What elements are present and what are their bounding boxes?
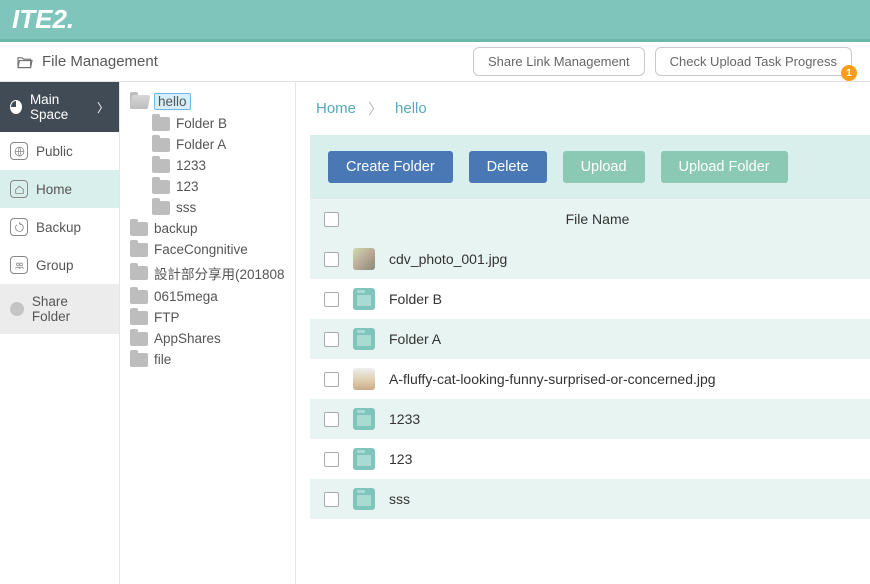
brand-logo: ITE2. [12, 4, 74, 35]
tree-node[interactable]: Folder A [124, 134, 291, 155]
upload-folder-button[interactable]: Upload Folder [661, 151, 788, 183]
tree-node[interactable]: 設計部分享用(201808 [124, 260, 291, 286]
select-all-checkbox[interactable] [324, 212, 339, 227]
home-icon [10, 180, 28, 198]
pie-icon [10, 302, 24, 316]
folder-icon [353, 328, 375, 350]
create-folder-button[interactable]: Create Folder [328, 151, 453, 183]
folder-icon [130, 353, 148, 367]
globe-icon [10, 142, 28, 160]
file-name: Folder A [389, 331, 441, 347]
breadcrumb-home[interactable]: Home [316, 100, 356, 117]
table-row[interactable]: cdv_photo_001.jpg [310, 239, 870, 279]
chevron-right-icon: 〉 [368, 98, 383, 119]
file-table: File Name cdv_photo_001.jpg Folder B Folde… [310, 199, 870, 519]
check-upload-task-progress-button[interactable]: Check Upload Task Progress 1 [655, 47, 852, 76]
table-row[interactable]: A-fluffy-cat-looking-funny-surprised-or-… [310, 359, 870, 399]
row-checkbox[interactable] [324, 292, 339, 307]
folder-icon [130, 290, 148, 304]
folder-icon [130, 311, 148, 325]
folder-icon [353, 448, 375, 470]
group-icon [10, 256, 28, 274]
file-name: cdv_photo_001.jpg [389, 251, 507, 267]
breadcrumb: Home 〉 hello [296, 82, 870, 135]
row-checkbox[interactable] [324, 412, 339, 427]
folder-icon [130, 266, 148, 280]
table-header: File Name [310, 199, 870, 239]
tree-node[interactable]: 0615mega [124, 286, 291, 307]
folder-icon [152, 180, 170, 194]
tree-node[interactable]: FTP [124, 307, 291, 328]
file-name: Folder B [389, 291, 442, 307]
tree-node[interactable]: sss [124, 197, 291, 218]
folder-icon [130, 222, 148, 236]
backup-icon [10, 218, 28, 236]
upload-progress-badge: 1 [841, 65, 857, 81]
content-area: Home 〉 hello Create Folder Delete Upload… [296, 82, 870, 584]
folder-icon [353, 408, 375, 430]
folder-open-icon [16, 55, 34, 69]
pie-icon [10, 100, 22, 114]
nav-group[interactable]: Group [0, 246, 119, 284]
tree-node[interactable]: 123 [124, 176, 291, 197]
top-bar: ITE2. [0, 0, 870, 42]
folder-icon [152, 159, 170, 173]
file-name: 1233 [389, 411, 420, 427]
folder-icon [130, 243, 148, 257]
file-name: A-fluffy-cat-looking-funny-surprised-or-… [389, 371, 716, 387]
nav-public[interactable]: Public [0, 132, 119, 170]
folder-tree: hello Folder BFolder A1233123sss backupF… [120, 82, 296, 584]
table-row[interactable]: 123 [310, 439, 870, 479]
image-thumbnail-icon [353, 248, 375, 270]
row-checkbox[interactable] [324, 372, 339, 387]
column-file-name[interactable]: File Name [339, 211, 856, 227]
tree-node[interactable]: 1233 [124, 155, 291, 176]
nav-home[interactable]: Home [0, 170, 119, 208]
toolbar: Create Folder Delete Upload Upload Folde… [310, 135, 870, 199]
tree-node[interactable]: backup [124, 218, 291, 239]
tree-node[interactable]: file [124, 349, 291, 370]
table-row[interactable]: Folder B [310, 279, 870, 319]
tree-node[interactable]: Folder B [124, 113, 291, 134]
image-thumbnail-icon [353, 368, 375, 390]
row-checkbox[interactable] [324, 252, 339, 267]
row-checkbox[interactable] [324, 492, 339, 507]
table-row[interactable]: 1233 [310, 399, 870, 439]
tree-node-hello[interactable]: hello [124, 90, 291, 113]
table-row[interactable]: Folder A [310, 319, 870, 359]
row-checkbox[interactable] [324, 452, 339, 467]
left-nav: Main Space 〉 Public Home Backup Group Sh… [0, 82, 120, 584]
upload-button[interactable]: Upload [563, 151, 645, 183]
nav-backup[interactable]: Backup [0, 208, 119, 246]
table-row[interactable]: sss [310, 479, 870, 519]
chevron-right-icon: 〉 [97, 99, 109, 116]
folder-icon [353, 488, 375, 510]
folder-icon [152, 138, 170, 152]
breadcrumb-current: hello [395, 100, 427, 117]
folder-open-icon [130, 95, 148, 109]
header-buttons: Share Link Management Check Upload Task … [473, 47, 870, 76]
row-checkbox[interactable] [324, 332, 339, 347]
folder-icon [130, 332, 148, 346]
share-link-management-button[interactable]: Share Link Management [473, 47, 645, 76]
folder-icon [353, 288, 375, 310]
tree-node[interactable]: AppShares [124, 328, 291, 349]
file-name: 123 [389, 451, 412, 467]
page-title: File Management [16, 53, 158, 70]
tree-node[interactable]: FaceCongnitive [124, 239, 291, 260]
delete-button[interactable]: Delete [469, 151, 547, 183]
folder-icon [152, 201, 170, 215]
folder-icon [152, 117, 170, 131]
header-row: File Management Share Link Management Ch… [0, 42, 870, 82]
nav-main-space[interactable]: Main Space 〉 [0, 82, 119, 132]
file-name: sss [389, 491, 410, 507]
nav-share-folder[interactable]: Share Folder [0, 284, 119, 334]
